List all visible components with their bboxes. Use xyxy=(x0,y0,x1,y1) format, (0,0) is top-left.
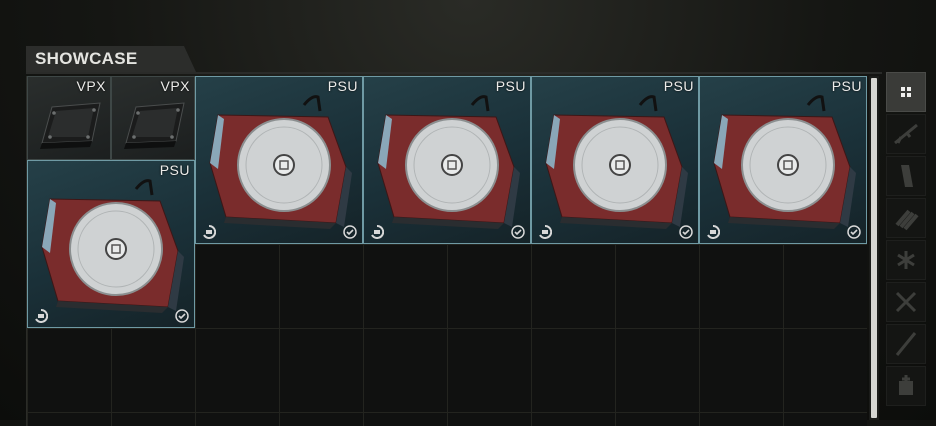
item-psu-5[interactable]: PSU xyxy=(699,76,867,244)
filter-magazines-button[interactable] xyxy=(886,156,926,196)
item-short-name: PSU xyxy=(495,78,526,94)
checkmark-circle-icon xyxy=(679,225,693,239)
found-in-raid-icon xyxy=(539,225,552,239)
filter-all-button[interactable] xyxy=(886,72,926,112)
item-psu-3[interactable]: PSU xyxy=(363,76,531,244)
found-in-raid-icon xyxy=(371,225,384,239)
scrollbar-thumb[interactable] xyxy=(871,78,877,418)
checkmark-circle-icon xyxy=(343,225,357,239)
filter-medical-button[interactable] xyxy=(886,240,926,280)
storage-grid[interactable]: VPX VPX PSU PSU PSU PSU PSU xyxy=(26,76,867,426)
medical-icon xyxy=(897,251,915,269)
filter-melee-button[interactable] xyxy=(886,324,926,364)
item-short-name: VPX xyxy=(76,78,106,94)
ammo-icon xyxy=(895,209,919,231)
found-in-raid-icon xyxy=(35,309,48,323)
title-divider xyxy=(26,72,882,74)
psu-image xyxy=(713,95,856,229)
checkmark-circle-icon xyxy=(175,309,189,323)
item-short-name: VPX xyxy=(160,78,190,94)
filter-weapons-button[interactable] xyxy=(886,114,926,154)
psu-image xyxy=(209,95,352,229)
item-vpx-2[interactable]: VPX xyxy=(111,76,195,160)
container-title-tab: SHOWCASE xyxy=(26,46,196,72)
item-vpx-1[interactable]: VPX xyxy=(27,76,111,160)
item-short-name: PSU xyxy=(327,78,358,94)
knife-icon xyxy=(895,332,917,356)
psu-image xyxy=(41,179,184,313)
filter-tools-button[interactable] xyxy=(886,282,926,322)
rifle-icon xyxy=(894,123,918,145)
item-short-name: PSU xyxy=(159,162,190,178)
checkmark-circle-icon xyxy=(511,225,525,239)
filter-containers-button[interactable] xyxy=(886,366,926,406)
grid-icon xyxy=(901,87,911,97)
item-psu-1[interactable]: PSU xyxy=(27,160,195,328)
found-in-raid-icon xyxy=(707,225,720,239)
add-container-icon xyxy=(899,375,913,395)
item-psu-2[interactable]: PSU xyxy=(195,76,363,244)
filter-sidebar xyxy=(886,72,926,420)
item-psu-4[interactable]: PSU xyxy=(531,76,699,244)
checkmark-circle-icon xyxy=(847,225,861,239)
item-short-name: PSU xyxy=(831,78,862,94)
item-short-name: PSU xyxy=(663,78,694,94)
magazine-icon xyxy=(901,165,913,187)
crossed-tools-icon xyxy=(895,291,917,313)
filter-ammo-button[interactable] xyxy=(886,198,926,238)
psu-image xyxy=(545,95,688,229)
grid-scrollbar[interactable] xyxy=(869,76,879,420)
psu-image xyxy=(377,95,520,229)
container-title: SHOWCASE xyxy=(35,49,138,68)
found-in-raid-icon xyxy=(203,225,216,239)
